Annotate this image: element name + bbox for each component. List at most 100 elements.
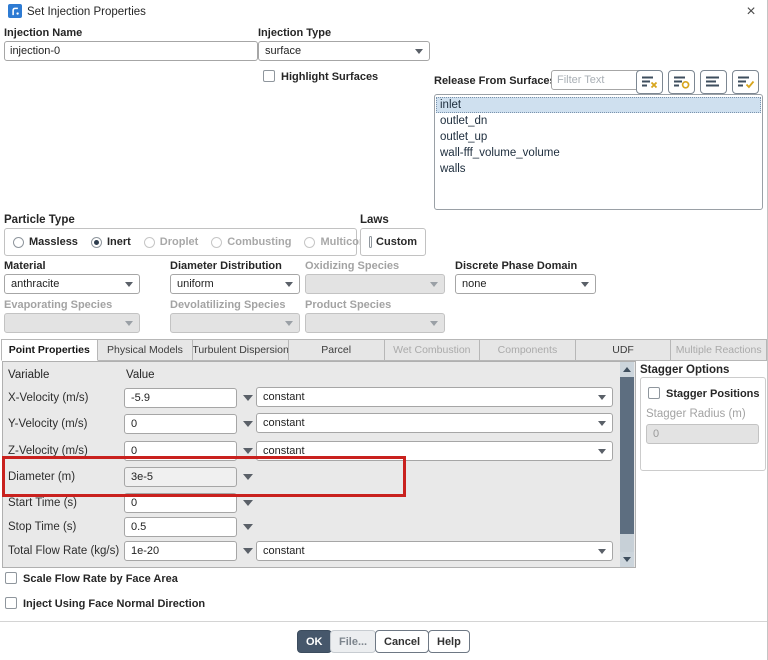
oxidizing-species-select [305,274,445,294]
radio-selected-icon [91,237,102,248]
stagger-positions-checkbox[interactable] [648,387,660,399]
list-item[interactable]: walls [436,161,761,177]
list-item[interactable]: outlet_up [436,129,761,145]
cancel-button[interactable]: Cancel [375,630,429,653]
particle-type-label: Particle Type [4,214,75,226]
radio-icon [13,237,24,248]
chevron-down-icon [415,49,423,54]
material-label: Material [4,260,46,272]
select-all-button[interactable] [732,70,759,94]
list-item[interactable]: inlet [436,97,761,113]
z-velocity-dropdown-arrow-icon[interactable] [243,448,253,454]
tab-multiple-reactions: Multiple Reactions [671,339,767,361]
scroll-down-button[interactable] [620,552,634,567]
tab-turbulent-dispersion[interactable]: Turbulent Dispersion [193,339,289,361]
product-species-label: Product Species [305,299,391,311]
window-title: Set Injection Properties [27,6,146,18]
total-flow-rate-profile-select[interactable]: constant [256,541,613,561]
highlight-surfaces-checkbox[interactable] [263,70,275,82]
close-icon[interactable]: × [740,2,762,22]
y-velocity-profile-select[interactable]: constant [256,413,613,433]
radio-inert[interactable]: Inert [91,236,131,248]
chevron-down-icon [598,421,606,426]
fluent-app-icon [8,4,22,18]
scroll-down-icon [623,557,631,562]
radio-massless[interactable]: Massless [13,236,78,248]
deselect-all-icon [641,75,659,89]
help-button[interactable]: Help [428,630,470,653]
diameter-highlight-box [2,456,406,497]
tab-physical-models[interactable]: Physical Models [98,339,194,361]
devolatilizing-species-label: Devolatilizing Species [170,299,286,311]
diameter-distribution-select[interactable]: uniform [170,274,300,294]
footer-divider [0,621,768,622]
injection-name-input[interactable] [4,41,258,61]
oxidizing-species-label: Oxidizing Species [305,260,399,272]
deselect-all-button[interactable] [636,70,663,94]
injection-type-label: Injection Type [258,27,331,39]
surface-list: inlet outlet_dn outlet_up wall-fff_volum… [434,94,763,210]
custom-laws-label: Custom [376,236,417,248]
stop-time-field[interactable]: 0.5 [124,517,237,537]
x-velocity-profile-select[interactable]: constant [256,387,613,407]
set-injection-properties-dialog: Set Injection Properties × Injection Nam… [0,0,768,660]
stop-time-dropdown-arrow-icon[interactable] [243,524,253,530]
x-velocity-label: X-Velocity (m/s) [8,392,89,404]
list-item[interactable]: wall-fff_volume_volume [436,145,761,161]
laws-label: Laws [360,214,389,226]
injection-type-value: surface [265,45,301,57]
devolatilizing-species-select [170,313,300,333]
discrete-phase-domain-label: Discrete Phase Domain [455,260,577,272]
chevron-down-icon [285,321,293,326]
chevron-down-icon [598,449,606,454]
radio-combusting: Combusting [211,236,291,248]
y-velocity-label: Y-Velocity (m/s) [8,418,87,430]
total-flow-rate-field[interactable]: 1e-20 [124,541,237,561]
tab-components: Components [480,339,576,361]
scale-flow-rate-label: Scale Flow Rate by Face Area [23,573,178,585]
injection-type-select[interactable]: surface [258,41,430,61]
scrollbar-thumb[interactable] [620,377,634,534]
total-flow-rate-label: Total Flow Rate (kg/s) [8,545,119,557]
chevron-down-icon [125,282,133,287]
radio-icon [144,237,155,248]
scroll-up-icon [623,367,631,372]
tab-point-properties[interactable]: Point Properties [1,339,98,361]
start-time-label: Start Time (s) [8,497,77,509]
tab-bar: Point Properties Physical Models Turbule… [1,339,767,361]
start-time-dropdown-arrow-icon[interactable] [243,500,253,506]
discrete-phase-domain-select[interactable]: none [455,274,596,294]
particle-type-group: Massless Inert Droplet Combusting Multic… [4,228,357,256]
tab-udf[interactable]: UDF [576,339,672,361]
value-column-header: Value [126,369,155,381]
variable-column-header: Variable [8,369,49,381]
chevron-down-icon [430,282,438,287]
file-button[interactable]: File... [330,630,376,653]
evaporating-species-select [4,313,140,333]
select-all-icon [737,75,755,89]
chevron-down-icon [285,282,293,287]
y-velocity-field[interactable]: 0 [124,414,237,434]
scroll-up-button[interactable] [620,362,634,377]
scale-flow-rate-checkbox[interactable] [5,572,17,584]
highlight-surfaces-label: Highlight Surfaces [281,71,378,83]
inject-face-normal-checkbox[interactable] [5,597,17,609]
chevron-down-icon [598,395,606,400]
tab-parcel[interactable]: Parcel [289,339,385,361]
chevron-down-icon [598,549,606,554]
filter-list-button[interactable] [668,70,695,94]
product-species-select [305,313,445,333]
ok-button[interactable]: OK [297,630,332,653]
list-item[interactable]: outlet_dn [436,113,761,129]
stagger-positions-label: Stagger Positions [666,388,760,400]
total-flow-rate-dropdown-arrow-icon[interactable] [243,548,253,554]
custom-laws-checkbox[interactable] [369,236,372,248]
material-select[interactable]: anthracite [4,274,140,294]
radio-icon [304,237,315,248]
tab-wet-combustion: Wet Combustion [385,339,481,361]
inject-face-normal-label: Inject Using Face Normal Direction [23,598,205,610]
y-velocity-dropdown-arrow-icon[interactable] [243,421,253,427]
x-velocity-dropdown-arrow-icon[interactable] [243,395,253,401]
x-velocity-field[interactable]: -5.9 [124,388,237,408]
list-order-button[interactable] [700,70,727,94]
